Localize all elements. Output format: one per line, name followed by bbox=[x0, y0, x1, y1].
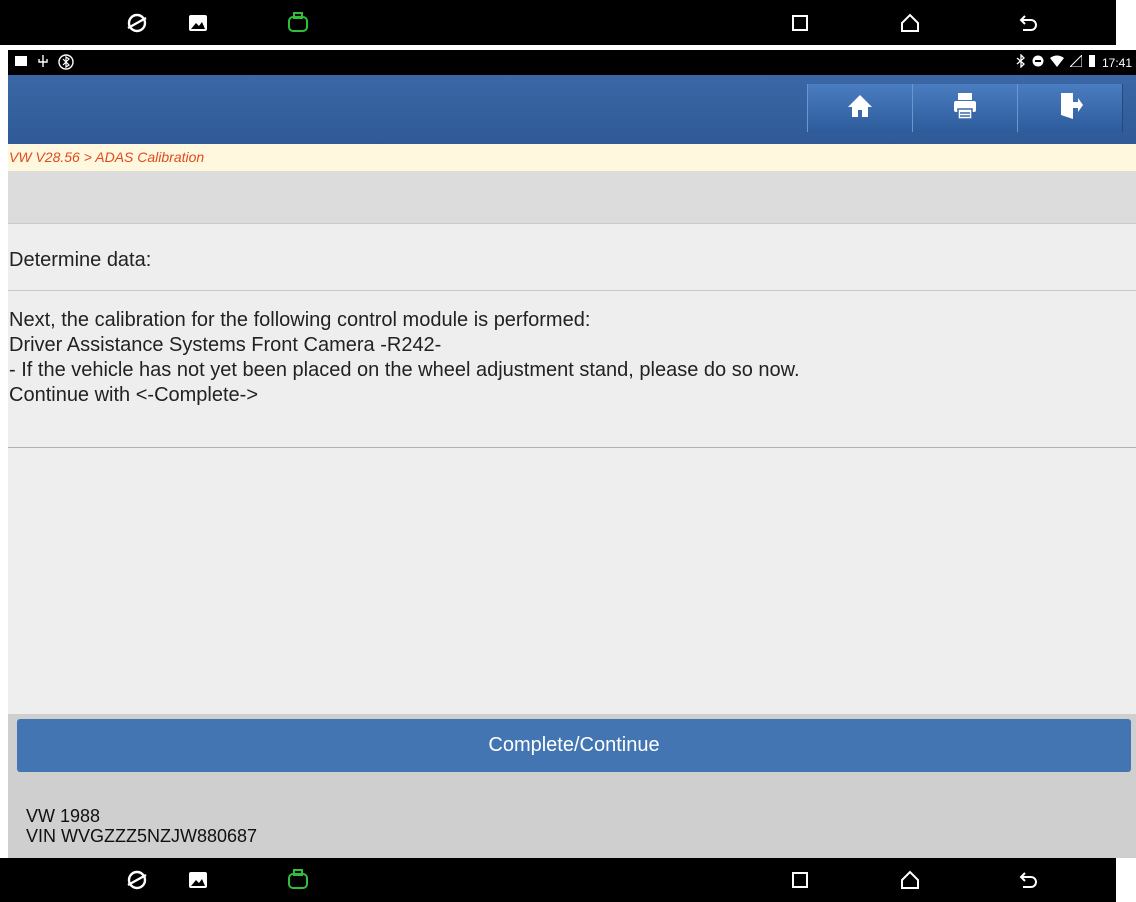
info-band bbox=[8, 171, 1136, 224]
app-header bbox=[8, 75, 1136, 144]
exit-icon bbox=[1057, 91, 1083, 126]
recent-apps-icon[interactable] bbox=[788, 11, 812, 35]
home-icon[interactable] bbox=[898, 868, 922, 892]
message-line: Driver Assistance Systems Front Camera -… bbox=[9, 334, 442, 356]
bluetooth-icon bbox=[1016, 53, 1026, 71]
home-icon bbox=[847, 93, 873, 124]
message-line: Next, the calibration for the following … bbox=[9, 309, 591, 331]
vci-icon[interactable] bbox=[286, 868, 310, 892]
status-bar: 17:41 bbox=[8, 50, 1136, 75]
browser-icon[interactable] bbox=[125, 868, 149, 892]
divider bbox=[8, 290, 1136, 291]
bluetooth-notification-icon bbox=[58, 54, 74, 73]
top-navigation-bar bbox=[0, 0, 1116, 45]
breadcrumb: VW V28.56 > ADAS Calibration bbox=[8, 144, 1136, 171]
page-edge bbox=[0, 45, 8, 858]
wifi-icon bbox=[1049, 55, 1064, 70]
bottom-navigation-bar bbox=[0, 858, 1116, 902]
clock: 17:41 bbox=[1101, 55, 1132, 70]
vci-icon[interactable] bbox=[286, 11, 310, 35]
vehicle-vin: VIN WVGZZZ5NZJW880687 bbox=[26, 826, 258, 846]
notification-image-icon bbox=[14, 54, 28, 73]
signal-icon bbox=[1068, 53, 1083, 70]
divider bbox=[8, 447, 1136, 448]
home-button[interactable] bbox=[807, 84, 913, 132]
print-icon bbox=[952, 91, 978, 126]
complete-continue-button[interactable]: Complete/Continue bbox=[17, 719, 1131, 772]
battery-icon bbox=[1088, 54, 1096, 71]
footer: Complete/Continue VW 1988 VIN WVGZZZ5NZJ… bbox=[8, 714, 1136, 858]
section-heading: Determine data: bbox=[9, 249, 152, 271]
calibration-message: Next, the calibration for the following … bbox=[9, 308, 800, 408]
content-panel: Determine data: Next, the calibration fo… bbox=[8, 224, 1136, 714]
back-icon[interactable] bbox=[1016, 868, 1040, 892]
vehicle-info: VW 1988 VIN WVGZZZ5NZJW880687 bbox=[26, 806, 257, 846]
message-line: - If the vehicle has not yet been placed… bbox=[9, 359, 800, 381]
do-not-disturb-icon bbox=[1032, 55, 1044, 70]
gallery-icon[interactable] bbox=[186, 868, 210, 892]
browser-icon[interactable] bbox=[125, 11, 149, 35]
home-icon[interactable] bbox=[898, 11, 922, 35]
exit-button[interactable] bbox=[1017, 84, 1123, 132]
print-button[interactable] bbox=[912, 84, 1018, 132]
message-line: Continue with <-Complete-> bbox=[9, 384, 259, 406]
back-icon[interactable] bbox=[1016, 11, 1040, 35]
usb-icon bbox=[36, 54, 50, 73]
recent-apps-icon[interactable] bbox=[788, 868, 812, 892]
vehicle-make-year: VW 1988 bbox=[26, 806, 101, 826]
gallery-icon[interactable] bbox=[186, 11, 210, 35]
